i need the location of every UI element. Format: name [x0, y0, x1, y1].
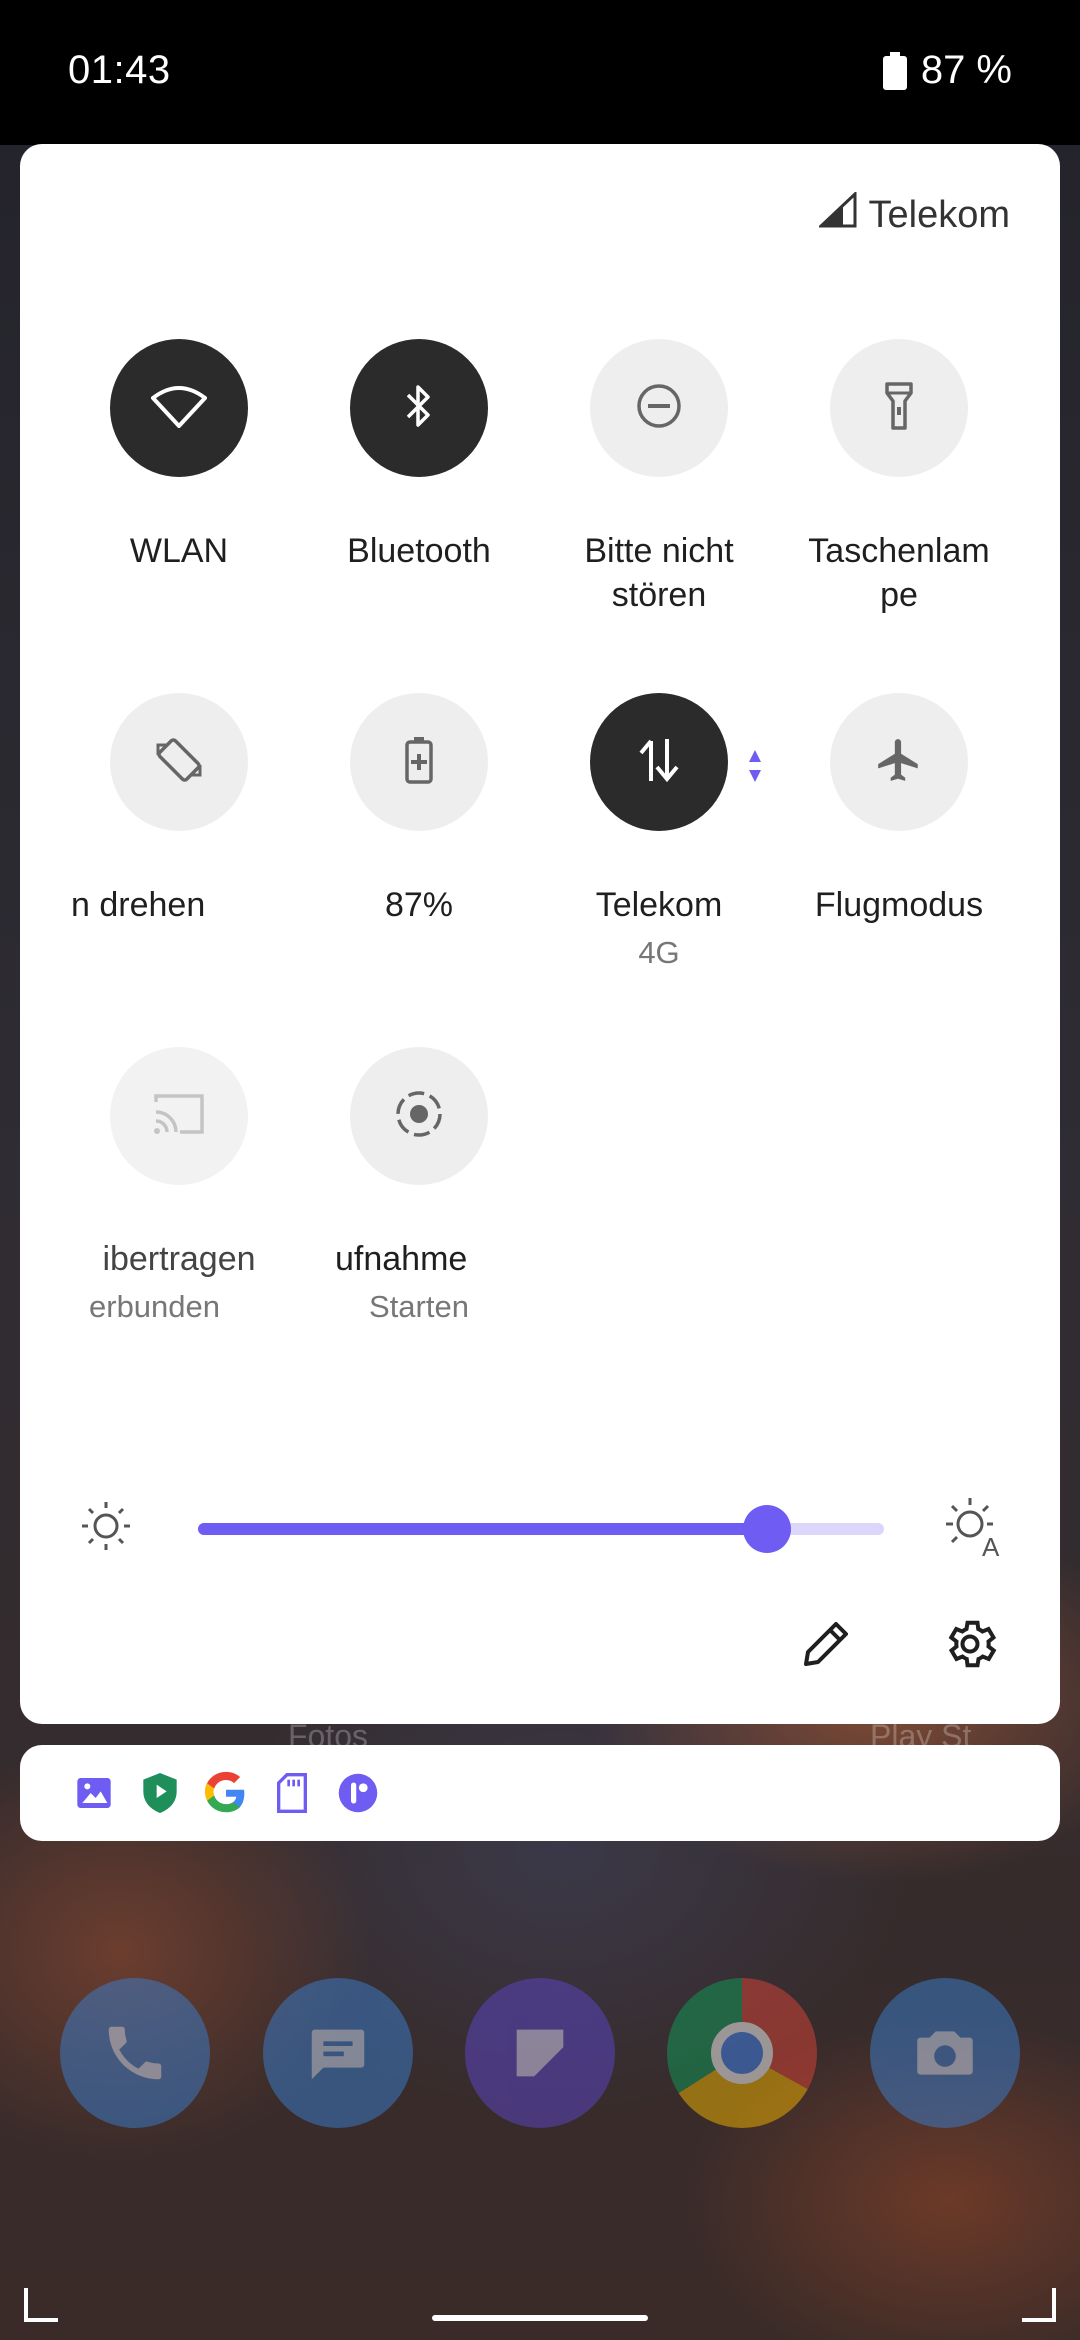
chrome-app-icon[interactable]	[667, 1978, 817, 2128]
tile-cast-button[interactable]	[110, 1047, 248, 1185]
corner-right-icon	[1022, 2288, 1056, 2322]
flashlight-icon	[884, 381, 914, 436]
tile-wifi-button[interactable]	[110, 339, 248, 477]
quick-settings-panel: Telekom WLAN Bluetooth Bitte nicht störe…	[20, 144, 1060, 1724]
tile-screen-record-button[interactable]	[350, 1047, 488, 1185]
carrier-name: Telekom	[868, 193, 1011, 236]
app-badge-icon	[336, 1771, 380, 1815]
cast-icon	[152, 1092, 206, 1141]
edit-tiles-button[interactable]	[796, 1614, 866, 1684]
tile-screen-record-sublabel: Starten	[369, 1289, 469, 1324]
tile-battery-saver[interactable]: 87%	[299, 693, 539, 927]
tile-airplane-mode[interactable]: Flugmodus	[779, 693, 1019, 927]
tile-cast[interactable]: ibertragen erbunden	[59, 1047, 299, 1329]
tile-wifi[interactable]: WLAN	[59, 339, 299, 573]
signal-icon	[816, 190, 857, 238]
play-protect-icon	[138, 1771, 182, 1815]
tile-flashlight[interactable]: Taschenlam pe	[779, 339, 1019, 617]
photos-icon	[72, 1771, 116, 1815]
tile-dnd-button[interactable]	[590, 339, 728, 477]
tile-rotate-button[interactable]	[110, 693, 248, 831]
screen-record-icon	[393, 1088, 445, 1145]
airplane-icon	[874, 735, 924, 790]
phone-app-icon[interactable]	[60, 1978, 210, 2128]
wifi-icon	[151, 384, 207, 433]
corner-left-icon	[24, 2288, 58, 2322]
carrier-indicator: Telekom	[816, 190, 1011, 238]
tile-mobile-data-button[interactable]	[590, 693, 728, 831]
tile-rotate-label: n drehen	[71, 886, 206, 924]
tile-battery-saver-button[interactable]	[350, 693, 488, 831]
svg-text:A: A	[982, 1532, 1000, 1558]
tile-mobile-data-label: Telekom	[595, 886, 723, 924]
tile-bluetooth[interactable]: Bluetooth	[299, 339, 539, 573]
battery-icon	[882, 51, 907, 90]
tile-flashlight-button[interactable]	[830, 339, 968, 477]
pencil-icon	[796, 1622, 856, 1678]
auto-brightness-icon[interactable]: A	[942, 1494, 1006, 1563]
tile-bluetooth-button[interactable]	[350, 339, 488, 477]
mobile-data-icon	[637, 737, 681, 788]
data-activity-icon	[748, 750, 762, 787]
tile-wifi-label: WLAN	[129, 532, 229, 570]
battery-percentage: 87 %	[920, 48, 1012, 92]
sd-card-icon	[270, 1771, 314, 1815]
messages-app-icon[interactable]	[263, 1978, 413, 2128]
settings-button[interactable]	[940, 1614, 1010, 1684]
brightness-slider[interactable]	[198, 1505, 884, 1553]
tile-mobile-data[interactable]: Telekom 4G	[539, 693, 779, 975]
tile-battery-saver-label: 87%	[384, 886, 454, 924]
tile-screen-record[interactable]: ufnahme Starten	[299, 1047, 539, 1329]
camera-app-icon[interactable]	[870, 1978, 1020, 2128]
tile-airplane-button[interactable]	[830, 693, 968, 831]
bluetooth-icon	[404, 383, 434, 434]
status-bar: 01:43 87 %	[0, 0, 1080, 145]
notification-icon-strip[interactable]	[20, 1745, 1060, 1841]
battery-indicator: 87 %	[882, 48, 1012, 93]
tile-do-not-disturb[interactable]: Bitte nicht stören	[539, 339, 779, 617]
tile-flashlight-label: Taschenlam pe	[808, 532, 990, 614]
brightness-slider-fill	[198, 1523, 768, 1535]
clock: 01:43	[68, 48, 171, 92]
tile-mobile-data-sublabel: 4G	[638, 935, 680, 970]
auto-rotate-icon	[154, 735, 204, 790]
tile-cast-sublabel: erbunden	[89, 1289, 221, 1324]
tile-cast-label: ibertragen	[102, 1240, 256, 1278]
gear-icon	[940, 1620, 1000, 1678]
brightness-low-icon	[80, 1500, 132, 1557]
brightness-slider-thumb[interactable]	[743, 1505, 792, 1553]
gesture-navigation-bar[interactable]	[432, 2315, 648, 2321]
battery-saver-icon	[404, 735, 434, 790]
do-not-disturb-icon	[635, 382, 683, 435]
tile-dnd-label: Bitte nicht stören	[584, 532, 734, 614]
measure-app-icon[interactable]	[465, 1978, 615, 2128]
google-icon	[204, 1771, 248, 1815]
tile-auto-rotate[interactable]: n drehen	[59, 693, 299, 927]
tile-airplane-label: Flugmodus	[814, 886, 984, 924]
tile-screen-record-label: ufnahme	[335, 1240, 468, 1278]
tile-bluetooth-label: Bluetooth	[347, 532, 491, 570]
